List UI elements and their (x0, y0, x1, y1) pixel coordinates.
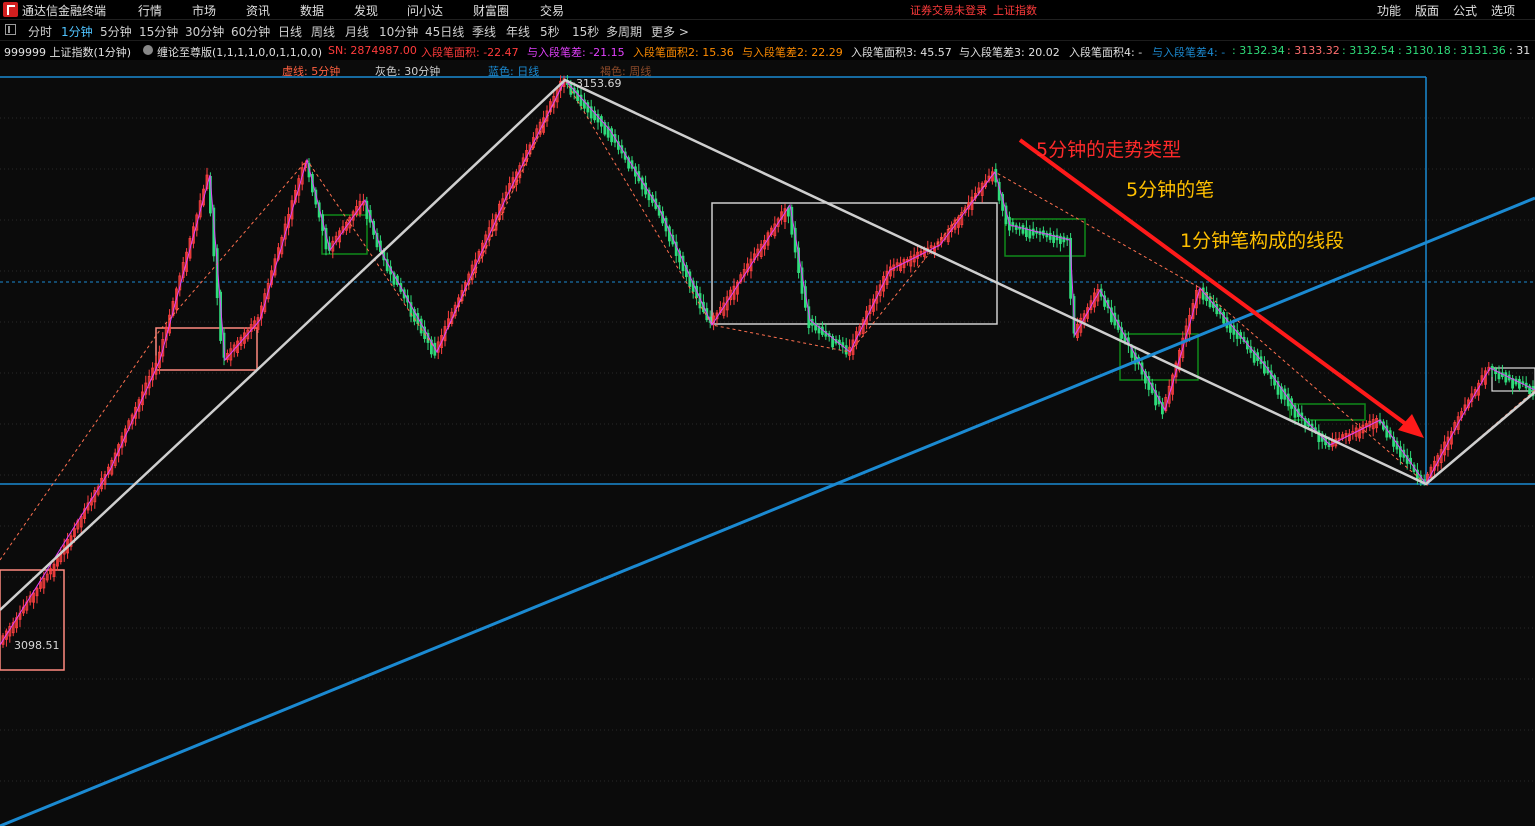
annotation-segment: 1分钟笔构成的线段 (1180, 230, 1345, 252)
candle-body (419, 318, 423, 334)
pivot-box (0, 569, 65, 671)
low-price-label: 3098.51 (14, 639, 60, 652)
candle-series (1, 75, 1535, 648)
candle-body (1062, 236, 1066, 243)
candlestick-chart[interactable] (0, 0, 1535, 826)
candle-body (1031, 228, 1035, 236)
candle-body (1222, 312, 1225, 324)
candle-body (1208, 296, 1212, 308)
five-min-stroke-dashed (0, 78, 1535, 561)
candle-body (1518, 379, 1521, 389)
daily-trend-line (0, 196, 1535, 826)
candle-body (1511, 378, 1514, 389)
candle-body (1504, 372, 1508, 383)
pivot-boxes (0, 202, 1535, 671)
pivot-box (155, 327, 258, 371)
high-price-label: 3153.69 (576, 77, 622, 90)
pivot-box (1004, 218, 1086, 257)
annotation-trend-type: 5分钟的走势类型 (1036, 139, 1182, 161)
candle-body (1028, 229, 1032, 239)
candle-body (1385, 425, 1389, 438)
annotation-stroke: 5分钟的笔 (1126, 179, 1215, 201)
candle-body (1055, 234, 1059, 241)
candle-body (1048, 232, 1052, 240)
candle-body (1021, 225, 1025, 234)
thirty-min-segment (0, 78, 1535, 611)
trend-lines (0, 78, 1535, 826)
candle-body (576, 90, 579, 102)
annotation-arrow-head (1398, 414, 1424, 438)
one-min-stroke (0, 79, 1535, 646)
